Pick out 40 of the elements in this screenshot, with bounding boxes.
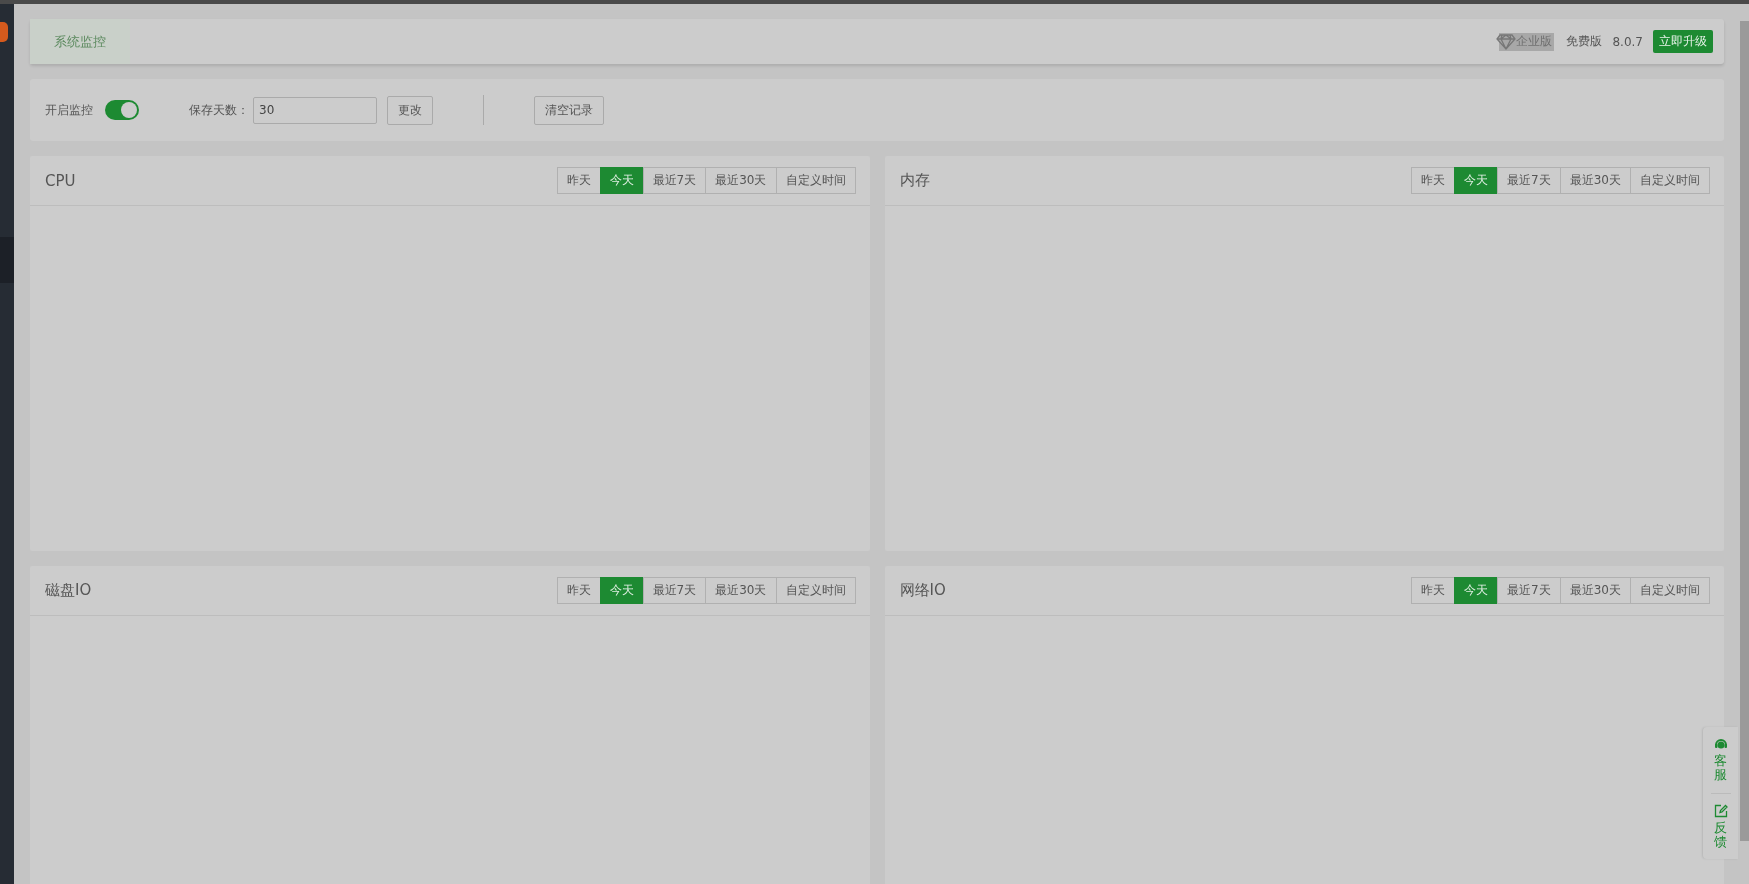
monitor-toggle[interactable] bbox=[105, 100, 139, 120]
panel-title: 网络IO bbox=[899, 581, 946, 600]
upgrade-button[interactable]: 立即升级 bbox=[1653, 30, 1713, 53]
range-tab[interactable]: 最近7天 bbox=[1497, 167, 1561, 194]
range-tab[interactable]: 最近7天 bbox=[642, 167, 707, 194]
edition-label: 免费版 bbox=[1566, 33, 1603, 50]
range-tab[interactable]: 自定义时间 bbox=[775, 577, 856, 604]
tab[interactable]: 系统监控 bbox=[30, 19, 130, 64]
sidebar-item[interactable] bbox=[0, 237, 14, 283]
range-tab[interactable]: 昨天 bbox=[1411, 577, 1456, 604]
range-tab[interactable]: 最近7天 bbox=[642, 577, 707, 604]
range-tab[interactable]: 昨天 bbox=[1411, 167, 1456, 194]
range-tab[interactable]: 自定义时间 bbox=[775, 167, 856, 194]
range-tab[interactable]: 今天 bbox=[1454, 577, 1499, 604]
panel-title: 内存 bbox=[899, 171, 930, 190]
days-input-field[interactable]: 30 bbox=[253, 96, 377, 124]
days-label: 保存天数： bbox=[189, 101, 249, 119]
monitor-label: 开启监控 bbox=[45, 101, 93, 119]
version-label: 8.0.7 bbox=[1612, 34, 1643, 49]
headset-icon bbox=[1713, 737, 1728, 751]
range-tab[interactable]: 最近30天 bbox=[705, 167, 777, 194]
side-widget-link[interactable]: 客服 bbox=[1714, 754, 1727, 783]
range-tab[interactable]: 最近30天 bbox=[705, 577, 777, 604]
range-tab[interactable]: 最近30天 bbox=[1559, 167, 1631, 194]
clear-records-button[interactable]: 清空记录 bbox=[534, 95, 604, 125]
range-tab[interactable]: 今天 bbox=[1454, 167, 1499, 194]
panel-title: 磁盘IO bbox=[45, 581, 92, 600]
range-tab[interactable]: 昨天 bbox=[556, 577, 601, 604]
range-tab[interactable]: 自定义时间 bbox=[1630, 167, 1710, 194]
range-tab[interactable]: 最近30天 bbox=[1559, 577, 1631, 604]
side-widget-link[interactable]: 反馈 bbox=[1714, 820, 1727, 850]
range-tab[interactable]: 今天 bbox=[599, 167, 644, 194]
range-tab[interactable]: 自定义时间 bbox=[1630, 577, 1710, 604]
range-tab[interactable]: 今天 bbox=[599, 577, 644, 604]
change-button[interactable]: 更改 bbox=[387, 95, 433, 125]
range-tab[interactable]: 最近7天 bbox=[1497, 577, 1561, 604]
logo-icon bbox=[0, 22, 8, 42]
range-tab[interactable]: 昨天 bbox=[556, 167, 601, 194]
edit-icon bbox=[1713, 803, 1728, 818]
panel-title: CPU bbox=[45, 171, 76, 190]
